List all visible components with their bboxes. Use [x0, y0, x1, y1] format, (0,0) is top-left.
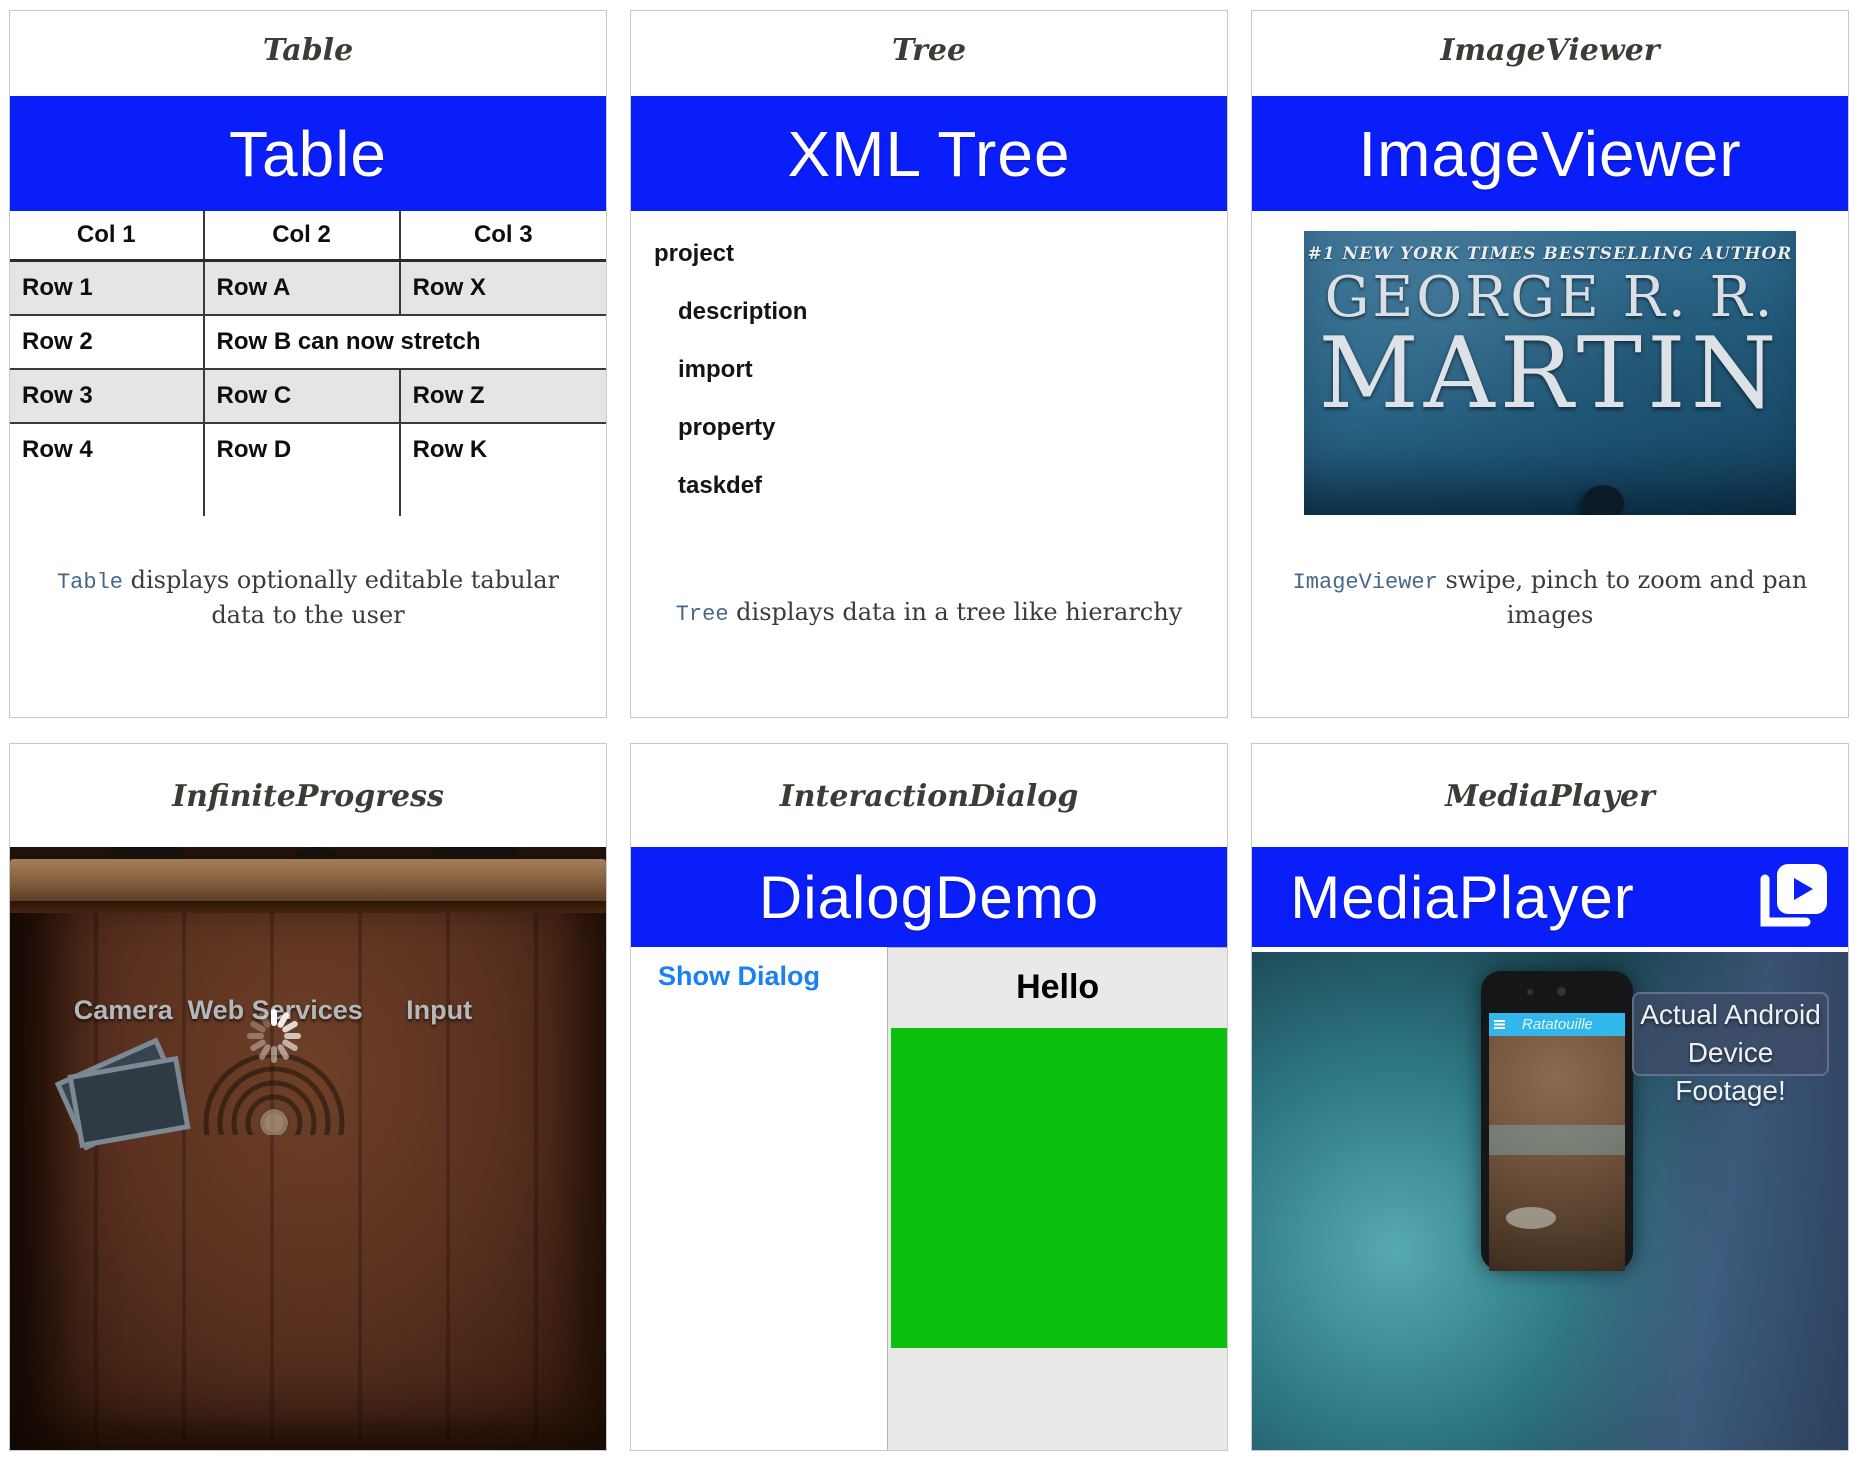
banner-label: ImageViewer	[1358, 117, 1741, 191]
loading-spinner-icon	[245, 1007, 303, 1065]
caption-text: displays data in a tree like hierarchy	[729, 598, 1183, 626]
caption-code: Tree	[676, 602, 729, 627]
badge-line: Device Footage!	[1634, 1034, 1827, 1110]
phone-app-title: Ratatouille	[1522, 1016, 1593, 1033]
video-caption-overlay	[1489, 1125, 1625, 1155]
shelf-shadow	[10, 901, 606, 913]
page-title: ImageViewer	[1252, 11, 1848, 96]
dialog-demo-body: Show Dialog Hello	[631, 947, 1227, 1450]
components-gallery: Table Table Col 1 Col 2 Col 3 Row 1 Row …	[0, 0, 1858, 1461]
table-row-empty	[10, 476, 606, 516]
column-header: Col 1	[10, 211, 203, 259]
phone-camera-dot	[1557, 987, 1566, 996]
tree-node: description	[654, 283, 1227, 341]
xml-tree: project description import property task…	[631, 211, 1227, 515]
table-demo-banner: Table	[10, 96, 606, 211]
table-cell	[203, 476, 399, 516]
shelf-label-input: Input	[406, 995, 472, 1026]
tree-demo-banner: XML Tree	[631, 96, 1227, 211]
banner-label: MediaPlayer	[1290, 863, 1635, 932]
caption-text: displays optionally editable tabular dat…	[123, 566, 559, 629]
table-row: Row 4 Row D Row K	[10, 424, 606, 476]
card-infiniteprogress[interactable]: InfiniteProgress Camera Web Services Inp…	[9, 743, 607, 1451]
dialog-demo-banner: DialogDemo	[631, 847, 1227, 947]
card-imageviewer[interactable]: ImageViewer ImageViewer #1 NEW YORK TIME…	[1251, 10, 1849, 718]
book-author-line: MARTIN	[1304, 328, 1796, 420]
table-cell	[10, 476, 203, 516]
banner-label: DialogDemo	[759, 863, 1099, 932]
table-cell	[399, 476, 606, 516]
page-title: Table	[10, 11, 606, 96]
tree-node: taskdef	[654, 457, 1227, 515]
phone-camera-dot	[1527, 989, 1533, 995]
dialog-body-green	[891, 1028, 1227, 1348]
wooden-shelf-image: Camera Web Services Input	[10, 847, 606, 1450]
page-title: Tree	[631, 11, 1227, 96]
banner-label: XML Tree	[787, 117, 1070, 191]
dialog-panel: Hello	[887, 947, 1227, 1451]
table-cell: Row C	[203, 370, 399, 422]
card-interactiondialog[interactable]: InteractionDialog DialogDemo Show Dialog…	[630, 743, 1228, 1451]
show-dialog-button[interactable]: Show Dialog	[658, 961, 820, 992]
dialog-title: Hello	[888, 948, 1227, 1028]
table-row: Row 1 Row A Row X	[10, 262, 606, 316]
page-title: InfiniteProgress	[10, 744, 606, 847]
caption-code: ImageViewer	[1293, 570, 1438, 595]
card-caption: Table displays optionally editable tabul…	[38, 564, 578, 631]
card-mediaplayer[interactable]: MediaPlayer MediaPlayer Ratatouille	[1251, 743, 1849, 1451]
page-title: InteractionDialog	[631, 744, 1227, 847]
table-cell: Row 4	[10, 424, 203, 476]
tree-node-root: project	[654, 225, 1227, 283]
book-cover-image: #1 NEW YORK TIMES BESTSELLING AUTHOR GEO…	[1304, 231, 1796, 515]
table-cell: Row Z	[399, 370, 606, 422]
card-tree[interactable]: Tree XML Tree project description import…	[630, 10, 1228, 718]
column-header: Col 2	[203, 211, 399, 259]
book-tagline: #1 NEW YORK TIMES BESTSELLING AUTHOR	[1304, 244, 1796, 264]
table-cell: Row K	[399, 424, 606, 476]
table-cell: Row 2	[10, 316, 203, 368]
phone-screen: Ratatouille	[1489, 1013, 1625, 1271]
table-row: Row 2 Row B can now stretch	[10, 316, 606, 370]
android-phone: Ratatouille	[1481, 971, 1633, 1271]
page-title: MediaPlayer	[1252, 744, 1848, 847]
table-row: Row 3 Row C Row Z	[10, 370, 606, 424]
footage-badge: Actual Android Device Footage!	[1632, 992, 1829, 1076]
imageviewer-demo-banner: ImageViewer	[1252, 96, 1848, 211]
photos-stack-icon	[63, 1039, 183, 1149]
shelf-front-edge	[10, 859, 606, 901]
tree-node: import	[654, 341, 1227, 399]
table-cell: Row D	[203, 424, 399, 476]
food-plate	[1506, 1207, 1556, 1229]
media-promo-image: Ratatouille Actual Android Device Footag…	[1252, 952, 1848, 1450]
shelf-interior	[10, 913, 606, 1450]
card-table[interactable]: Table Table Col 1 Col 2 Col 3 Row 1 Row …	[9, 10, 607, 718]
radar-circles-icon	[199, 1055, 349, 1135]
table-cell: Row 1	[10, 262, 203, 314]
card-caption: ImageViewer swipe, pinch to zoom and pan…	[1280, 564, 1820, 631]
badge-line: Actual Android	[1634, 996, 1827, 1034]
table-cell-spanned: Row B can now stretch	[203, 316, 606, 368]
phone-video-frame	[1489, 1036, 1625, 1271]
book-figure-silhouette	[1582, 482, 1627, 515]
caption-text: swipe, pinch to zoom and pan images	[1438, 566, 1808, 629]
caption-code: Table	[57, 570, 123, 595]
phone-app-bar: Ratatouille	[1489, 1013, 1625, 1036]
hamburger-menu-icon	[1494, 1020, 1505, 1029]
table-cell: Row A	[203, 262, 399, 314]
table-cell: Row X	[399, 262, 606, 314]
tree-node: property	[654, 399, 1227, 457]
table-cell: Row 3	[10, 370, 203, 422]
mediaplayer-demo-banner: MediaPlayer	[1252, 847, 1848, 947]
shelf-label-camera: Camera	[74, 995, 173, 1026]
demo-table: Col 1 Col 2 Col 3 Row 1 Row A Row X Row …	[10, 211, 606, 516]
card-caption: Tree displays data in a tree like hierar…	[659, 596, 1199, 631]
video-play-collection-icon	[1752, 859, 1832, 935]
table-header-row: Col 1 Col 2 Col 3	[10, 211, 606, 262]
column-header: Col 3	[399, 211, 606, 259]
banner-label: Table	[229, 117, 387, 191]
